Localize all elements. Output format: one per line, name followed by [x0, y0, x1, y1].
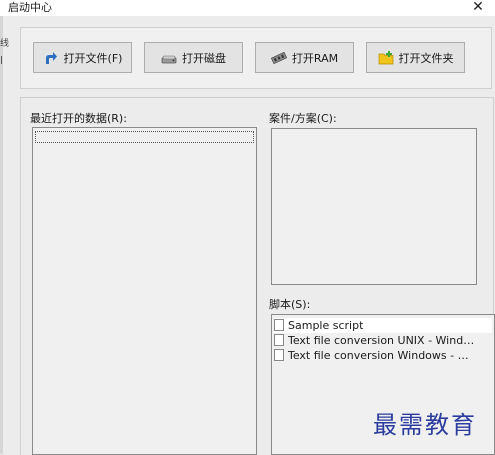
left-edge-strip: 线 [0, 16, 9, 454]
folder-icon [378, 50, 394, 66]
left-edge-text: 线 [0, 39, 10, 49]
open-disk-label: 打开磁盘 [182, 51, 226, 65]
cases-label: 案件/方案(C): [269, 112, 337, 125]
watermark-text: 最需教育 [373, 411, 477, 439]
document-icon [274, 334, 284, 346]
script-item[interactable]: Text file conversion UNIX - Windo... [274, 333, 492, 348]
disk-icon [161, 50, 177, 66]
recent-data-label: 最近打开的数据(R): [30, 112, 127, 125]
open-arrow-icon [43, 50, 59, 66]
left-edge-marker [1, 56, 2, 64]
main-panel: 最近打开的数据(R): 案件/方案(C): 脚本(S): Sample scri… [20, 97, 495, 455]
open-disk-button[interactable]: 打开磁盘 [144, 42, 243, 73]
script-item[interactable]: Sample script [274, 318, 492, 333]
document-icon [274, 319, 284, 331]
recent-data-focus-row[interactable] [35, 131, 254, 143]
ram-chip-icon [270, 50, 287, 66]
open-ram-button[interactable]: 打开RAM [255, 42, 354, 73]
recent-data-list[interactable] [32, 127, 257, 455]
close-button[interactable]: ✕ [469, 0, 487, 16]
scripts-label: 脚本(S): [269, 298, 311, 311]
title-bar: 启动中心 ✕ [0, 0, 495, 16]
toolbar: 打开文件(F) 打开磁盘 打开RAM 打开文件夹 [20, 27, 492, 89]
open-folder-label: 打开文件夹 [398, 51, 454, 65]
open-ram-label: 打开RAM [291, 51, 339, 65]
document-icon [274, 349, 284, 361]
cases-list[interactable] [271, 128, 477, 285]
script-item[interactable]: Text file conversion Windows - U... [274, 348, 492, 363]
window-title: 启动中心 [8, 1, 52, 14]
open-file-label: 打开文件(F) [63, 51, 123, 65]
open-folder-button[interactable]: 打开文件夹 [366, 42, 465, 73]
open-file-button[interactable]: 打开文件(F) [33, 42, 132, 73]
